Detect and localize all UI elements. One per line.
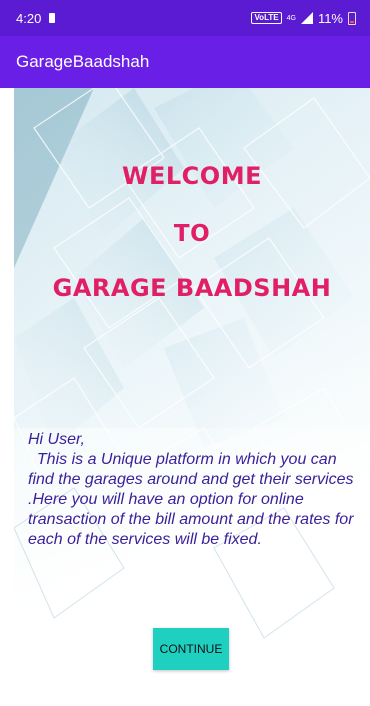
network-type-label: 4G [286,14,296,22]
welcome-heading: WELCOME [122,162,262,190]
intro-greeting: Hi User, [28,431,85,448]
status-bar: 4:20 VoLTE 4G 11% [0,0,370,36]
welcome-screen: WELCOME TO GARAGE BAADSHAH Hi User, This… [14,88,370,706]
signal-icon [300,12,313,24]
sim-card-icon [49,13,56,23]
battery-icon [348,11,356,25]
app-name-heading: GARAGE BAADSHAH [52,274,332,302]
battery-percent: 11% [317,10,343,26]
app-bar: GarageBaadshah [0,36,370,88]
app-title: GarageBaadshah [16,52,150,71]
intro-body-text: This is a Unique platform in which you c… [28,451,354,548]
intro-text: Hi User, This is a Unique platform in wh… [28,430,358,550]
volte-badge: VoLTE [251,12,282,24]
intro-body: This is a Unique platform in which you c… [28,450,358,550]
continue-button[interactable]: CONTINUE [153,628,229,670]
welcome-to-heading: TO [173,221,211,247]
status-time: 4:20 [16,10,42,26]
